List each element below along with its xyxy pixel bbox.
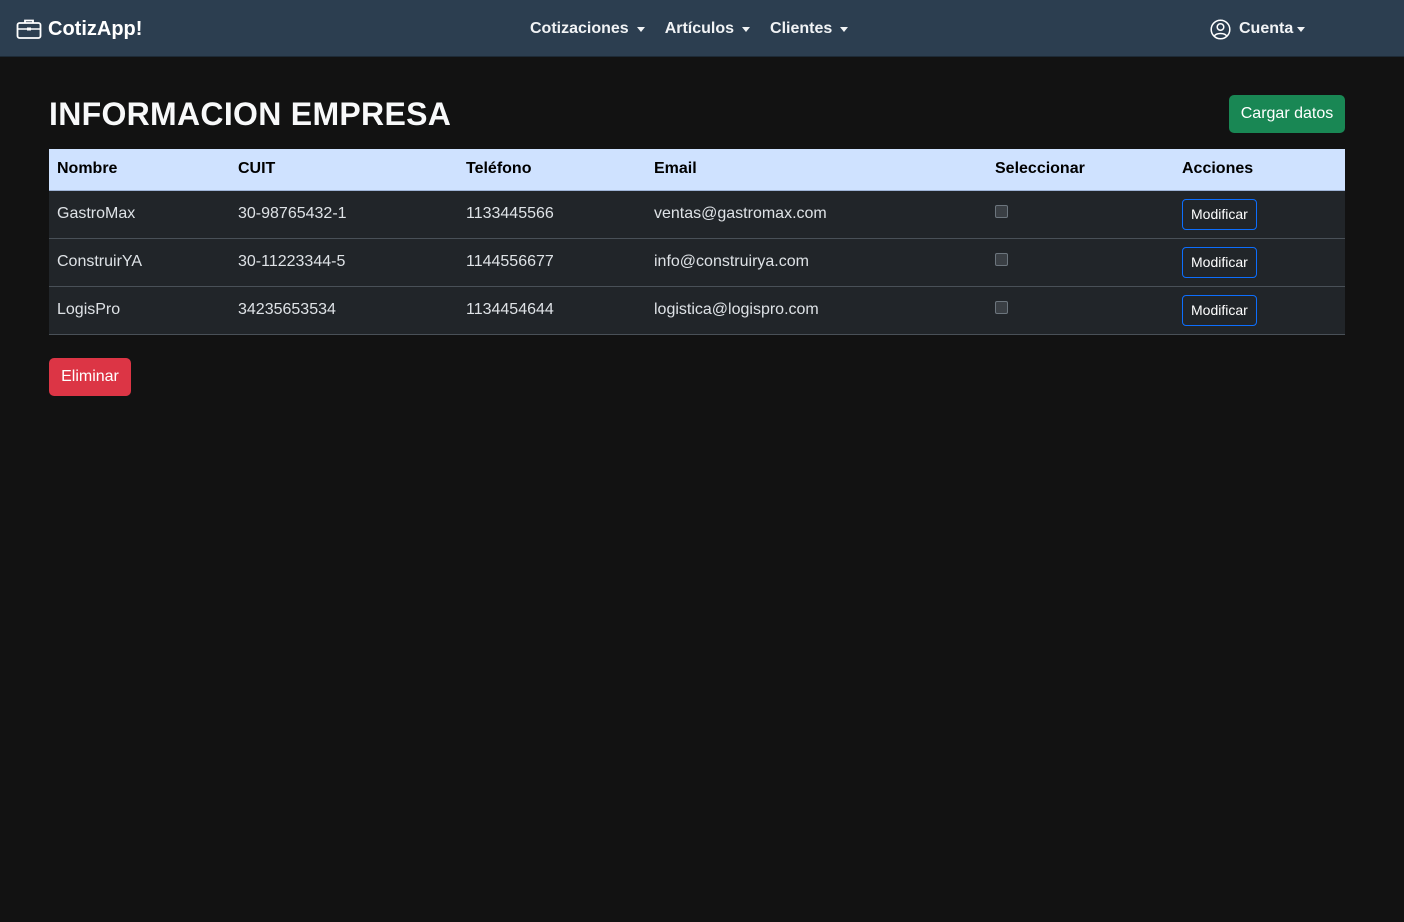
header-acciones: Acciones: [1174, 149, 1345, 191]
cell-actions: Modificar: [1174, 286, 1345, 335]
menu-cotizaciones-label: Cotizaciones: [530, 20, 629, 37]
main-menu: Cotizaciones Artículos Clientes: [530, 18, 868, 40]
cell-select: [987, 286, 1174, 335]
table-row: LogisPro 34235653534 1134454644 logistic…: [49, 286, 1345, 335]
page-title: INFORMACION EMPRESA: [49, 96, 452, 132]
header-seleccionar: Seleccionar: [987, 149, 1174, 191]
cell-telefono: 1133445566: [458, 190, 646, 239]
load-data-button[interactable]: Cargar datos: [1229, 95, 1345, 133]
cell-telefono: 1144556677: [458, 238, 646, 287]
modify-button[interactable]: Modificar: [1182, 294, 1257, 326]
company-table-container: Nombre CUIT Teléfono Email Seleccionar A…: [49, 149, 1345, 335]
cell-select: [987, 190, 1174, 239]
cell-telefono: 1134454644: [458, 286, 646, 335]
cell-select: [987, 238, 1174, 287]
delete-button[interactable]: Eliminar: [49, 358, 131, 396]
account-label: Cuenta: [1239, 20, 1294, 37]
cell-nombre: LogisPro: [49, 286, 230, 335]
cell-email: info@construirya.com: [646, 238, 987, 287]
top-navbar: CotizApp! Cotizaciones Artículos Cliente…: [0, 0, 1404, 57]
brand-link[interactable]: CotizApp!: [16, 14, 142, 44]
cell-email: ventas@gastromax.com: [646, 190, 987, 239]
caret-down-icon: [840, 26, 849, 32]
menu-clientes[interactable]: Clientes: [770, 20, 849, 38]
cell-nombre: GastroMax: [49, 190, 230, 239]
header-email: Email: [646, 149, 987, 191]
menu-cotizaciones[interactable]: Cotizaciones: [530, 20, 645, 38]
caret-down-icon: [1297, 26, 1306, 32]
menu-clientes-label: Clientes: [770, 20, 833, 37]
header-telefono: Teléfono: [458, 149, 646, 191]
cell-actions: Modificar: [1174, 190, 1345, 239]
user-circle-icon: [1210, 18, 1231, 40]
account-menu[interactable]: Cuenta: [1210, 17, 1306, 41]
cell-cuit: 34235653534: [230, 286, 458, 335]
table-row: GastroMax 30-98765432-1 1133445566 venta…: [49, 190, 1345, 239]
caret-down-icon: [742, 26, 751, 32]
cell-nombre: ConstruirYA: [49, 238, 230, 287]
modify-button[interactable]: Modificar: [1182, 246, 1257, 278]
header-nombre: Nombre: [49, 149, 230, 191]
menu-articulos[interactable]: Artículos: [664, 20, 751, 38]
select-checkbox[interactable]: [995, 301, 1008, 315]
brand-name: CotizApp!: [48, 17, 143, 40]
select-checkbox[interactable]: [995, 205, 1008, 219]
cell-cuit: 30-11223344-5: [230, 238, 458, 287]
cell-cuit: 30-98765432-1: [230, 190, 458, 239]
header-cuit: CUIT: [230, 149, 458, 191]
cell-email: logistica@logispro.com: [646, 286, 987, 335]
table-row: ConstruirYA 30-11223344-5 1144556677 inf…: [49, 238, 1345, 287]
cell-actions: Modificar: [1174, 238, 1345, 287]
modify-button[interactable]: Modificar: [1182, 198, 1257, 230]
briefcase-icon: [16, 18, 42, 40]
company-table: Nombre CUIT Teléfono Email Seleccionar A…: [49, 149, 1345, 335]
caret-down-icon: [636, 26, 645, 32]
select-checkbox[interactable]: [995, 253, 1008, 267]
table-header-row: Nombre CUIT Teléfono Email Seleccionar A…: [49, 149, 1345, 191]
menu-articulos-label: Artículos: [664, 20, 735, 37]
